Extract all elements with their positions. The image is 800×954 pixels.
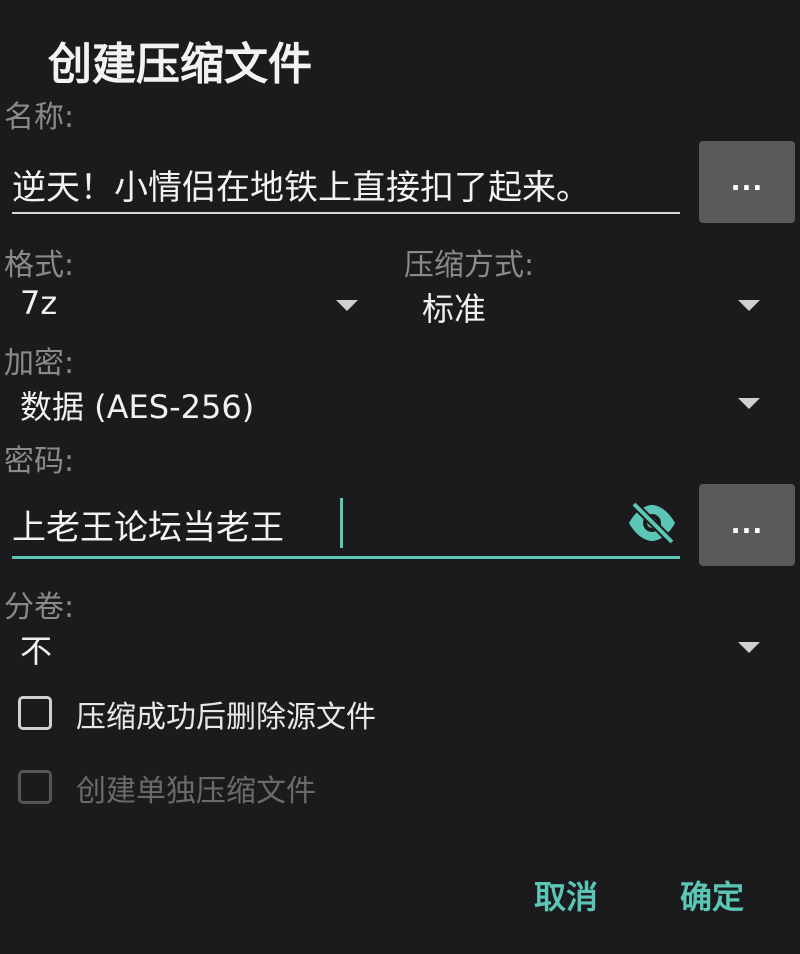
delete-source-label: 压缩成功后删除源文件 <box>76 700 376 735</box>
separate-archives-option: 创建单独压缩文件 <box>18 764 418 812</box>
ok-button[interactable]: 确定 <box>680 872 744 918</box>
split-dropdown[interactable]: 不 <box>0 620 775 676</box>
name-input-underline <box>12 212 680 214</box>
text-cursor <box>340 498 343 548</box>
split-selected: 不 <box>20 632 53 670</box>
compression-selected: 标准 <box>422 290 487 328</box>
name-browse-button[interactable]: ... <box>699 141 795 223</box>
encryption-selected: 数据 (AES-256) <box>20 388 255 426</box>
format-selected: 7z <box>20 284 58 322</box>
delete-source-option[interactable]: 压缩成功后删除源文件 <box>18 690 418 738</box>
chevron-down-icon <box>738 398 760 409</box>
password-label: 密码: <box>4 444 75 479</box>
password-input-underline <box>12 556 680 559</box>
chevron-down-icon <box>738 300 760 311</box>
password-input[interactable]: 上老王论坛当老王 <box>12 500 284 549</box>
password-browse-button[interactable]: ... <box>699 484 795 566</box>
chevron-down-icon <box>336 300 358 311</box>
eye-off-icon[interactable] <box>626 500 678 546</box>
dialog-title: 创建压缩文件 <box>48 39 312 90</box>
name-input[interactable]: 逆天！小情侣在地铁上直接扣了起来。 <box>12 160 680 209</box>
chevron-down-icon <box>738 642 760 653</box>
cancel-button[interactable]: 取消 <box>534 872 598 918</box>
encryption-dropdown[interactable]: 数据 (AES-256) <box>0 376 775 432</box>
delete-source-checkbox[interactable] <box>18 696 52 730</box>
name-label: 名称: <box>4 100 75 135</box>
compression-dropdown[interactable]: 标准 <box>404 278 774 334</box>
separate-archives-label: 创建单独压缩文件 <box>76 774 316 809</box>
format-dropdown[interactable]: 7z <box>0 278 370 334</box>
separate-archives-checkbox <box>18 770 52 804</box>
